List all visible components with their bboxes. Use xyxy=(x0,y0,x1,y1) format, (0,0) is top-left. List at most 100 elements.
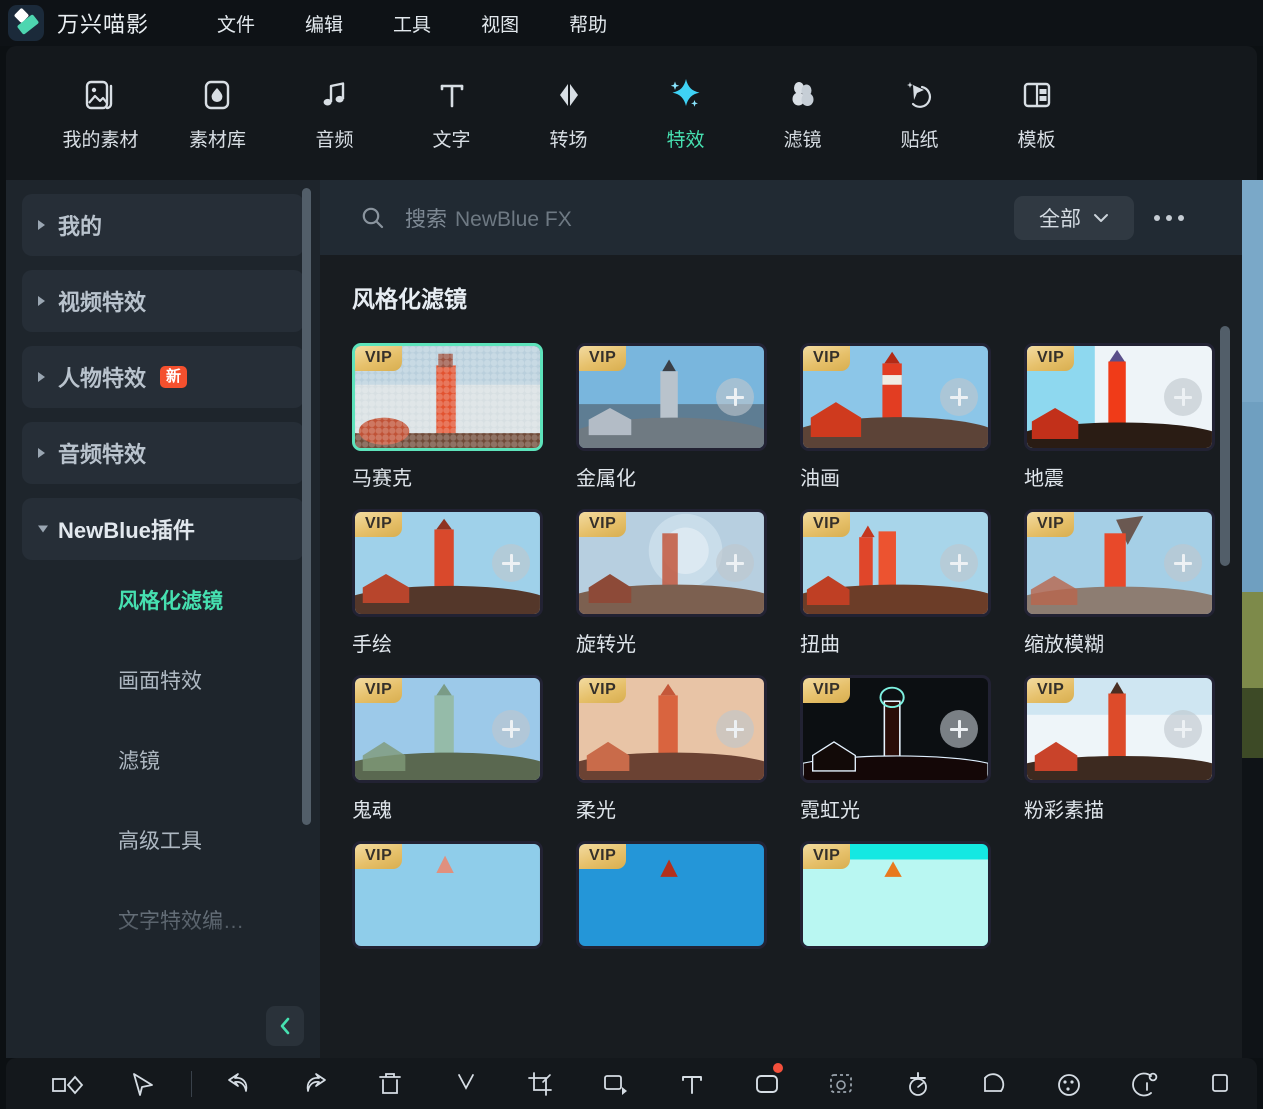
effect-thumbnail[interactable]: VIP xyxy=(576,509,767,617)
effect-thumbnail[interactable]: VIP xyxy=(352,841,543,949)
add-effect-button[interactable] xyxy=(1164,378,1202,416)
effect-card[interactable]: VIP 旋转光 xyxy=(576,509,767,657)
effect-card[interactable]: VIP 霓虹光 xyxy=(800,675,991,823)
undo-icon[interactable] xyxy=(202,1058,277,1109)
effect-thumbnail[interactable]: VIP xyxy=(800,675,991,783)
color-picker-icon[interactable] xyxy=(880,1058,955,1109)
cursor-arrow-icon[interactable] xyxy=(105,1058,180,1109)
effect-name: 扭曲 xyxy=(800,628,991,657)
effect-card[interactable]: VIP xyxy=(352,841,543,960)
search-input[interactable]: 搜索NewBlue FX xyxy=(405,203,572,233)
app-title: 万兴喵影 xyxy=(57,7,149,39)
split-scissors-icon[interactable] xyxy=(428,1058,503,1109)
tab-label: 贴纸 xyxy=(900,125,938,152)
speed-gauge-icon[interactable] xyxy=(955,1058,1030,1109)
effect-thumbnail[interactable]: VIP xyxy=(576,675,767,783)
rounded-rect-icon[interactable] xyxy=(729,1058,804,1109)
effect-thumbnail[interactable]: VIP xyxy=(576,343,767,451)
tab-label: 我的素材 xyxy=(62,125,138,152)
sidebar-group-audio-effects[interactable]: 音频特效 xyxy=(22,422,304,484)
crop-shapes-icon[interactable] xyxy=(30,1058,105,1109)
tab-template[interactable]: 模板 xyxy=(978,61,1095,165)
copy-icon[interactable] xyxy=(1182,1058,1257,1109)
effect-name: 旋转光 xyxy=(576,628,767,657)
effect-thumbnail[interactable]: VIP xyxy=(1024,343,1215,451)
menu-item-tools[interactable]: 工具 xyxy=(385,6,439,41)
tab-transition[interactable]: 转场 xyxy=(510,61,627,165)
sidebar-group-video-effects[interactable]: 视频特效 xyxy=(22,270,304,332)
sidebar-item-text-effect-editor[interactable]: 文字特效编… xyxy=(6,880,320,960)
tab-audio[interactable]: 音频 xyxy=(276,61,393,165)
filter-dropdown[interactable]: 全部 xyxy=(1014,196,1134,240)
tab-sticker[interactable]: 贴纸 xyxy=(861,61,978,165)
sidebar-group-label: 视频特效 xyxy=(58,285,146,317)
notification-dot xyxy=(773,1063,783,1073)
main-tab-strip: 我的素材 素材库 音频 xyxy=(6,46,1257,180)
sidebar-item-picture-effects[interactable]: 画面特效 xyxy=(6,640,320,720)
sidebar-item-filters[interactable]: 滤镜 xyxy=(6,720,320,800)
effect-card[interactable]: VIP 粉彩素描 xyxy=(1024,675,1215,823)
sidebar-item-stylized-filters[interactable]: 风格化滤镜 xyxy=(6,560,320,640)
add-effect-button[interactable] xyxy=(716,378,754,416)
effect-card[interactable]: VIP 鬼魂 xyxy=(352,675,543,823)
sidebar-scrollbar[interactable] xyxy=(302,188,311,825)
tab-filter[interactable]: 滤镜 xyxy=(744,61,861,165)
content-scrollbar[interactable] xyxy=(1220,326,1230,566)
effect-card[interactable]: VIP 手绘 xyxy=(352,509,543,657)
effect-card[interactable]: VIP 油画 xyxy=(800,343,991,491)
effect-card[interactable]: VIP xyxy=(576,841,767,960)
effect-thumbnail[interactable]: VIP xyxy=(1024,675,1215,783)
search-placeholder-target: NewBlue FX xyxy=(455,208,572,231)
color-wheel-icon[interactable] xyxy=(1031,1058,1106,1109)
menu-item-file[interactable]: 文件 xyxy=(209,6,263,41)
tab-text[interactable]: 文字 xyxy=(393,61,510,165)
menu-item-help[interactable]: 帮助 xyxy=(561,6,615,41)
effect-thumbnail[interactable]: VIP xyxy=(352,509,543,617)
sidebar-sub-label: 高级工具 xyxy=(118,825,202,855)
add-effect-button[interactable] xyxy=(492,544,530,582)
tab-stock-library[interactable]: 素材库 xyxy=(159,61,276,165)
effect-card[interactable]: VIP 缩放模糊 xyxy=(1024,509,1215,657)
effect-thumbnail[interactable]: VIP xyxy=(352,675,543,783)
effect-card[interactable]: VIP 金属化 xyxy=(576,343,767,491)
more-options-button[interactable] xyxy=(1154,208,1192,228)
effect-card[interactable]: VIP 柔光 xyxy=(576,675,767,823)
effect-thumbnail[interactable]: VIP xyxy=(800,841,991,949)
effect-thumbnail[interactable]: VIP xyxy=(800,343,991,451)
delete-trash-icon[interactable] xyxy=(352,1058,427,1109)
audio-detach-icon[interactable] xyxy=(1106,1058,1181,1109)
text-t-icon[interactable] xyxy=(654,1058,729,1109)
tab-my-media[interactable]: 我的素材 xyxy=(42,61,159,165)
crop-icon[interactable] xyxy=(503,1058,578,1109)
menu-item-view[interactable]: 视图 xyxy=(473,6,527,41)
effect-card[interactable]: VIP 马赛克 xyxy=(352,343,543,491)
preview-edge-sliver xyxy=(1242,180,1263,1058)
redo-icon[interactable] xyxy=(277,1058,352,1109)
sidebar-group-newblue-plugins[interactable]: NewBlue插件 xyxy=(22,498,304,560)
chevron-left-icon xyxy=(276,1015,294,1037)
effect-card[interactable]: VIP 地震 xyxy=(1024,343,1215,491)
sidebar-collapse-button[interactable] xyxy=(266,1006,304,1046)
add-effect-button[interactable] xyxy=(940,378,978,416)
add-effect-button[interactable] xyxy=(492,710,530,748)
sidebar-item-advanced-tools[interactable]: 高级工具 xyxy=(6,800,320,880)
add-effect-button[interactable] xyxy=(940,544,978,582)
effect-card[interactable]: VIP 扭曲 xyxy=(800,509,991,657)
picture-in-picture-icon[interactable] xyxy=(579,1058,654,1109)
vip-badge: VIP xyxy=(355,512,402,537)
dashed-mask-icon[interactable] xyxy=(805,1058,880,1109)
add-effect-button[interactable] xyxy=(716,544,754,582)
add-effect-button[interactable] xyxy=(940,710,978,748)
effect-thumbnail[interactable]: VIP xyxy=(352,343,543,451)
add-effect-button[interactable] xyxy=(716,710,754,748)
tab-effects[interactable]: 特效 xyxy=(627,61,744,165)
sidebar-group-mine[interactable]: 我的 xyxy=(22,194,304,256)
effect-thumbnail[interactable]: VIP xyxy=(576,841,767,949)
effect-thumbnail[interactable]: VIP xyxy=(800,509,991,617)
add-effect-button[interactable] xyxy=(1164,710,1202,748)
effect-card[interactable]: VIP xyxy=(800,841,991,960)
add-effect-button[interactable] xyxy=(1164,544,1202,582)
menu-item-edit[interactable]: 编辑 xyxy=(297,6,351,41)
effect-thumbnail[interactable]: VIP xyxy=(1024,509,1215,617)
sidebar-group-person-effects[interactable]: 人物特效 新 xyxy=(22,346,304,408)
